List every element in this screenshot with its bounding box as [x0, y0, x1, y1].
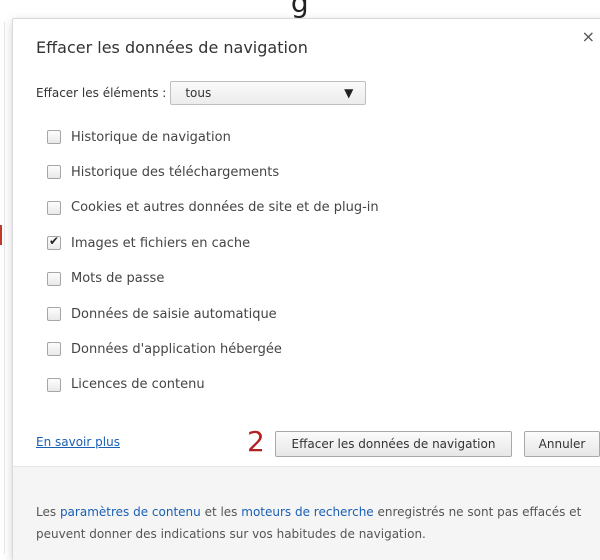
time-range-value: tous	[185, 86, 212, 100]
info-middle: et les	[200, 505, 242, 519]
option-passwords[interactable]: Mots de passe	[47, 261, 379, 297]
checkbox[interactable]	[47, 130, 61, 144]
dialog-title: Effacer les données de navigation	[36, 38, 308, 57]
option-label: Données d'application hébergée	[71, 341, 282, 357]
option-label: Cookies et autres données de site et de …	[71, 200, 379, 216]
background-red-marker	[0, 225, 2, 245]
info-footer: Les paramètres de contenu et les moteurs…	[13, 466, 600, 560]
checkbox-checked[interactable]: ✔	[47, 234, 61, 251]
option-label: Données de saisie automatique	[71, 306, 277, 322]
option-download-history[interactable]: Historique des téléchargements	[47, 154, 379, 190]
option-browsing-history[interactable]: Historique de navigation	[47, 119, 379, 155]
checkmark-icon: ✔	[49, 234, 60, 249]
option-cookies[interactable]: Cookies et autres données de site et de …	[47, 190, 379, 226]
checkbox[interactable]	[47, 307, 61, 322]
clear-browsing-data-dialog: × Effacer les données de navigation Effa…	[12, 18, 600, 560]
clear-data-button[interactable]: Effacer les données de navigation	[275, 431, 512, 457]
action-row: En savoir plus 2 Effacer les données de …	[36, 425, 600, 458]
option-content-licenses[interactable]: Licences de contenu	[47, 367, 379, 403]
option-label: Historique de navigation	[71, 129, 231, 145]
option-label: Historique des téléchargements	[71, 164, 280, 180]
checkbox[interactable]	[47, 377, 61, 392]
search-engines-link[interactable]: moteurs de recherche	[241, 505, 373, 519]
cancel-button[interactable]: Annuler	[524, 431, 600, 457]
checkbox[interactable]	[47, 200, 61, 215]
option-autofill[interactable]: Données de saisie automatique	[47, 296, 379, 332]
option-label: Images et fichiers en cache	[71, 235, 251, 251]
option-hosted-app-data[interactable]: Données d'application hébergée	[47, 331, 379, 367]
content-settings-link[interactable]: paramètres de contenu	[60, 505, 201, 519]
info-text: Les paramètres de contenu et les moteurs…	[36, 501, 596, 545]
annotation-step-number: 2	[247, 425, 265, 458]
background-page-edge	[4, 22, 5, 554]
time-range-row: Effacer les éléments : tous ▼	[36, 80, 367, 106]
option-cached-images[interactable]: ✔ Images et fichiers en cache	[47, 225, 379, 261]
background-heading: g	[290, 0, 310, 19]
checkbox[interactable]	[47, 271, 61, 286]
time-range-label: Effacer les éléments :	[36, 86, 167, 100]
checkbox[interactable]	[47, 342, 61, 357]
time-range-select[interactable]: tous ▼	[170, 81, 367, 105]
info-prefix: Les	[36, 505, 60, 519]
data-type-options: Historique de navigation Historique des …	[47, 119, 379, 402]
dropdown-arrow-icon: ▼	[344, 86, 354, 100]
checkbox[interactable]	[47, 165, 61, 180]
option-label: Mots de passe	[71, 271, 165, 287]
close-icon[interactable]: ×	[582, 27, 595, 46]
option-label: Licences de contenu	[71, 377, 205, 393]
learn-more-link[interactable]: En savoir plus	[36, 435, 120, 449]
